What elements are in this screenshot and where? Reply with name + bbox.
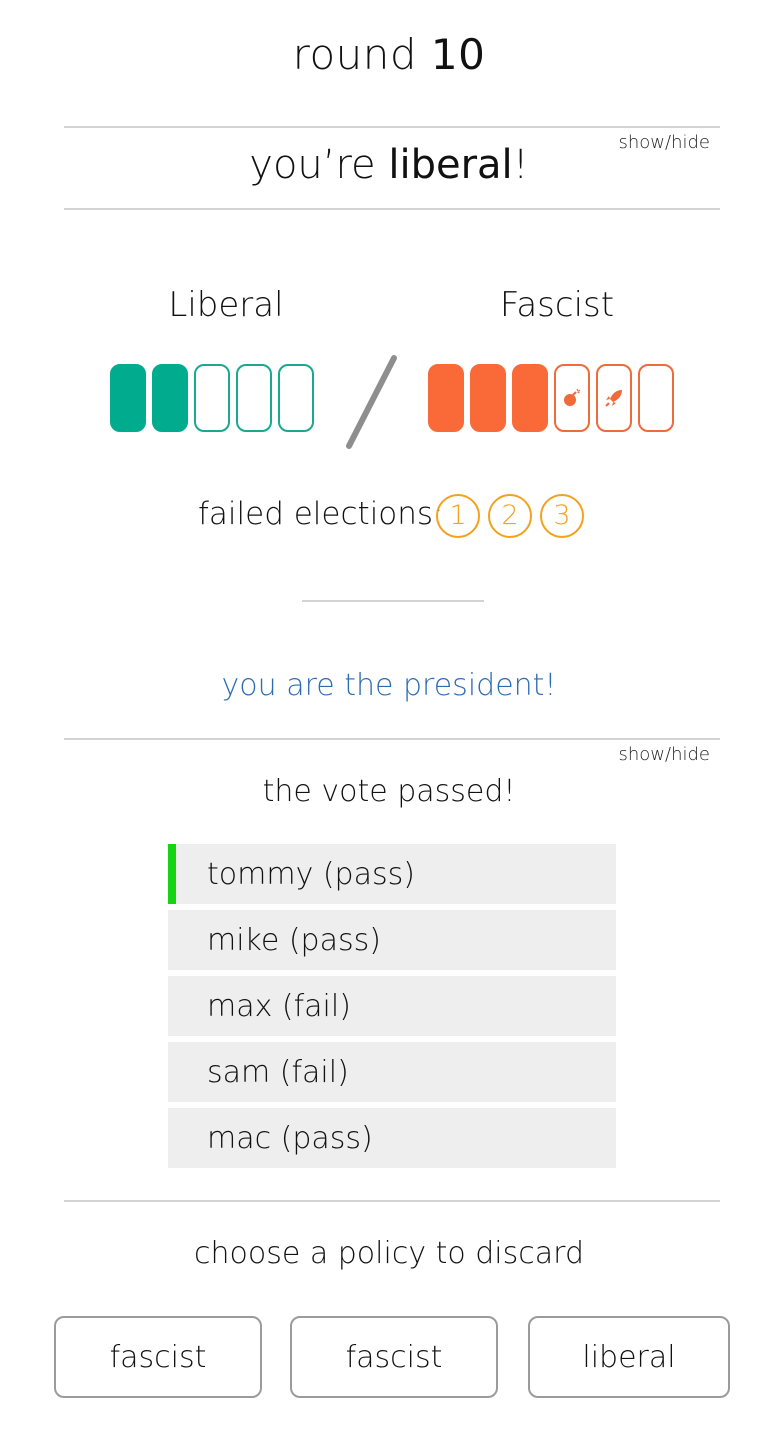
fascist-policy-enacted xyxy=(470,364,506,432)
role-prefix: you’re xyxy=(249,142,389,188)
liberal-label: Liberal xyxy=(168,285,284,325)
player-vote: max (fail) xyxy=(207,989,351,1024)
fascist-policy-enacted xyxy=(428,364,464,432)
discard-prompt: choose a policy to discard xyxy=(194,1236,584,1271)
rocket-icon xyxy=(598,366,630,430)
vote-row: tommy (pass) xyxy=(168,844,616,904)
divider xyxy=(64,126,720,128)
role-party: liberal xyxy=(388,142,513,188)
fascist-policy-slot xyxy=(596,364,632,432)
liberal-policy-enacted xyxy=(152,364,188,432)
bomb-icon xyxy=(556,366,588,430)
fascist-label: Fascist xyxy=(499,285,615,325)
divider xyxy=(64,208,720,210)
role-text: you’re liberal! xyxy=(0,142,778,188)
liberal-policy-enacted xyxy=(110,364,146,432)
discard-policy-button-liberal[interactable]: liberal xyxy=(528,1316,730,1398)
liberal-policy-slot xyxy=(236,364,272,432)
round-number: 10 xyxy=(430,30,486,79)
divider xyxy=(64,738,720,740)
discard-policy-button-fascist-2[interactable]: fascist xyxy=(290,1316,498,1398)
player-vote: tommy (pass) xyxy=(207,857,415,892)
player-vote: mac (pass) xyxy=(207,1121,373,1156)
election-tracker-marker: 2 xyxy=(488,494,532,538)
fascist-policy-slot xyxy=(638,364,674,432)
round-word: round xyxy=(292,30,418,79)
player-vote: mike (pass) xyxy=(207,923,381,958)
election-tracker-marker: 3 xyxy=(540,494,584,538)
round-title: round 10 xyxy=(0,30,778,79)
liberal-policy-slot xyxy=(278,364,314,432)
vote-row: mike (pass) xyxy=(168,910,616,970)
role-suffix: ! xyxy=(512,142,529,188)
vote-show-hide-toggle[interactable]: show/hide xyxy=(619,744,711,765)
player-vote: sam (fail) xyxy=(207,1055,349,1090)
divider xyxy=(64,1200,720,1202)
liberal-policy-slot xyxy=(194,364,230,432)
fascist-policy-enacted xyxy=(512,364,548,432)
vote-row: mac (pass) xyxy=(168,1108,616,1168)
failed-elections-label: failed elections: xyxy=(198,496,444,532)
vote-row: max (fail) xyxy=(168,976,616,1036)
divider xyxy=(302,600,484,602)
vote-result: the vote passed! xyxy=(262,774,516,809)
fascist-policy-slot xyxy=(554,364,590,432)
election-tracker-marker: 1 xyxy=(436,494,480,538)
president-status: you are the president! xyxy=(221,668,557,703)
track-separator-slash xyxy=(346,355,397,449)
vote-row: sam (fail) xyxy=(168,1042,616,1102)
discard-policy-button-fascist-1[interactable]: fascist xyxy=(54,1316,262,1398)
